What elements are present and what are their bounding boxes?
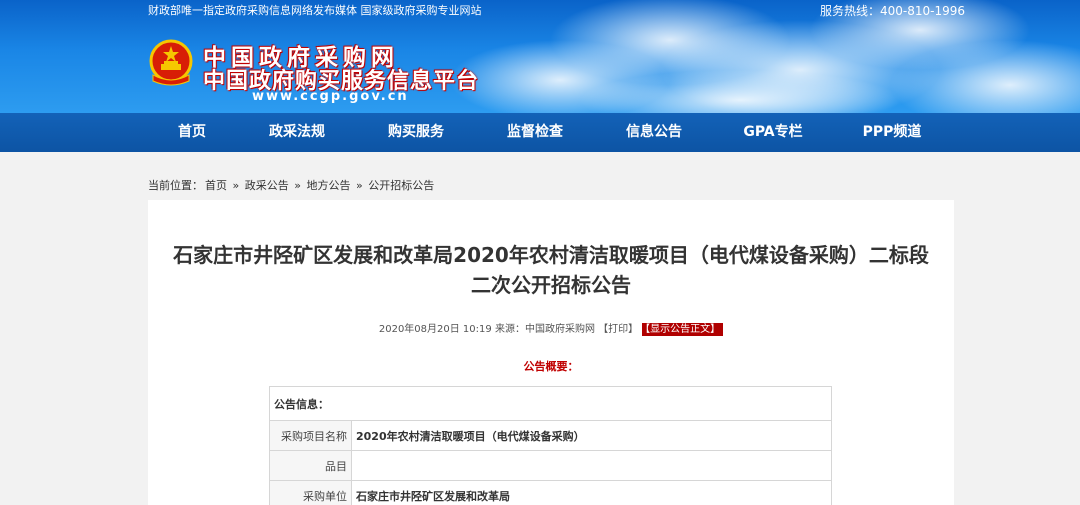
table-header: 公告信息： [269,386,832,421]
national-emblem-icon [149,39,193,86]
row-value [351,450,832,481]
row-label: 采购单位 [269,480,352,505]
row-value: 2020年农村清洁取暖项目（电代煤设备采购） [351,420,832,451]
breadcrumb-separator: » [355,179,363,192]
page-title: 石家庄市井陉矿区发展和改革局2020年农村清洁取暖项目（电代煤设备采购）二标段二… [173,243,929,297]
breadcrumb-separator: » [294,179,301,192]
show-full-text-button[interactable]: 【显示公告正文】 [642,323,724,336]
main-nav: 首页 政采法规 购买服务 监督检查 信息公告 GPA专栏 PPP频道 [0,113,1080,152]
site-url: www.ccgp.gov.cn [252,89,409,104]
nav-regulations[interactable]: 政采法规 [247,113,347,152]
print-link[interactable]: 【打印】 [598,324,638,335]
breadcrumb-item-local[interactable]: 地方公告 [306,179,350,192]
article-meta: 2020年08月20日 10:19 来源：中国政府采购网 【打印】 【显示公告正文… [148,320,954,336]
row-label: 采购项目名称 [269,420,352,451]
table-row: 品目 [269,450,832,481]
breadcrumb-separator: » [232,179,240,192]
row-value: 石家庄市井陉矿区发展和改革局 [351,480,832,505]
article-source: 来源：中国政府采购网 [494,324,595,335]
nav-ppp[interactable]: PPP频道 [842,113,942,152]
site-tagline: 财政部唯一指定政府采购信息网络发布媒体 国家级政府采购专业网站 [148,4,482,17]
summary-heading: 公告概要： [523,360,579,373]
nav-purchase-services[interactable]: 购买服务 [366,113,466,152]
article-panel: 石家庄市井陉矿区发展和改革局2020年农村清洁取暖项目（电代煤设备采购）二标段二… [148,200,954,505]
nav-gpa[interactable]: GPA专栏 [723,113,823,152]
row-label: 品目 [269,450,352,481]
breadcrumb: 当前位置： 首页 » 政采公告 » 地方公告 » 公开招标公告 [148,177,436,193]
breadcrumb-item-procurement[interactable]: 政采公告 [245,179,289,192]
nav-supervision[interactable]: 监督检查 [485,113,585,152]
service-hotline: 服务热线：400-810-1996 [820,4,966,18]
table-row: 采购单位 石家庄市井陉矿区发展和改革局 [269,480,832,505]
table-row: 采购项目名称 2020年农村清洁取暖项目（电代煤设备采购） [269,420,832,451]
nav-home[interactable]: 首页 [142,113,242,152]
breadcrumb-item-home[interactable]: 首页 [205,179,227,192]
breadcrumb-prefix: 当前位置： [148,179,203,192]
breadcrumb-item-tender[interactable]: 公开招标公告 [368,179,434,192]
article-date: 2020年08月20日 10:19 [378,324,492,335]
table-row: 公告信息： [269,386,832,421]
site-header: 财政部唯一指定政府采购信息网络发布媒体 国家级政府采购专业网站 服务热线：400… [0,0,1080,113]
announcement-info-table: 公告信息： 采购项目名称 2020年农村清洁取暖项目（电代煤设备采购） 品目 采… [269,386,832,505]
top-info-bar: 财政部唯一指定政府采购信息网络发布媒体 国家级政府采购专业网站 服务热线：400… [0,0,1080,18]
nav-announcements[interactable]: 信息公告 [604,113,704,152]
